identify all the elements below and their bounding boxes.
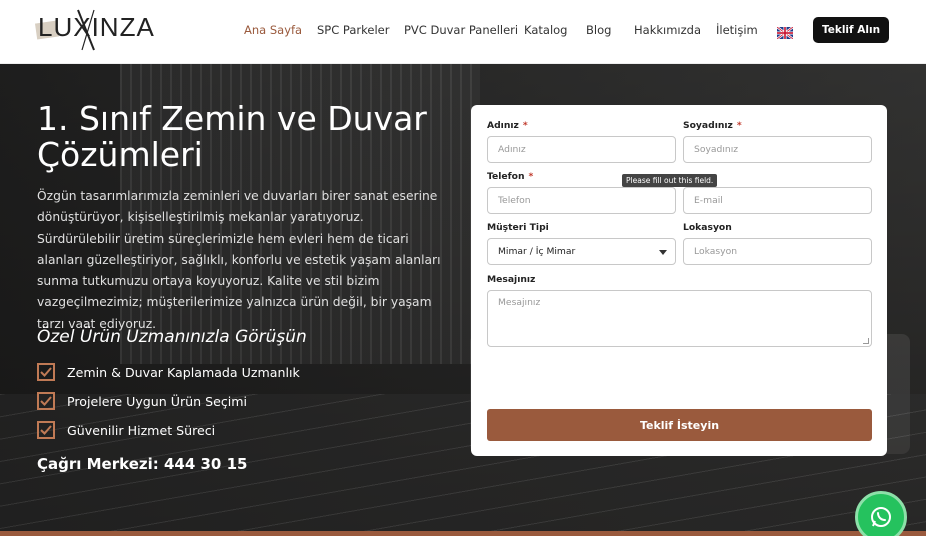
- location-input[interactable]: Lokasyon: [683, 238, 872, 265]
- first-name-input[interactable]: Adınız: [487, 136, 676, 163]
- phone-input[interactable]: Telefon: [487, 187, 676, 214]
- required-marker: *: [528, 171, 534, 182]
- email-input[interactable]: E-mail: [683, 187, 872, 214]
- message-placeholder: Mesajınız: [498, 297, 541, 308]
- message-textarea[interactable]: Mesajınız: [487, 290, 872, 347]
- first-name-label: Adınız *: [487, 120, 528, 131]
- nav-item-about[interactable]: Hakkımızda: [634, 23, 701, 37]
- message-label: Mesajınız: [487, 274, 536, 285]
- feature-label: Projelere Uygun Ürün Seçimi: [67, 393, 248, 409]
- hero-description: Özgün tasarımlarımızla zeminleri ve duva…: [37, 189, 441, 331]
- chevron-down-icon: [659, 250, 667, 255]
- brand-logo-text: LUXINZA: [38, 12, 155, 42]
- validation-tooltip: Please fill out this field.: [622, 174, 718, 187]
- phone-label-text: Telefon: [487, 171, 525, 182]
- checkbox-check-icon: [37, 421, 55, 439]
- site-header: LUXINZA Ana Sayfa SPC Parkeler PVC Duvar…: [0, 0, 926, 64]
- whatsapp-icon[interactable]: [855, 491, 907, 536]
- customer-type-label: Müşteri Tipi: [487, 222, 549, 233]
- first-name-label-text: Adınız: [487, 120, 519, 131]
- hero-title: 1. Sınıf Zemin ve Duvar Çözümleri: [37, 99, 427, 174]
- nav-item-catalog[interactable]: Katalog: [524, 23, 567, 37]
- bottom-accent-strip: [0, 531, 926, 536]
- required-marker: *: [736, 120, 742, 131]
- feature-item: Zemin & Duvar Kaplamada Uzmanlık: [37, 363, 300, 381]
- feature-item: Projelere Uygun Ürün Seçimi: [37, 392, 247, 410]
- call-center-number[interactable]: Çağrı Merkezi: 444 30 15: [37, 455, 247, 473]
- nav-item-contact[interactable]: İletişim: [716, 23, 758, 37]
- checkbox-check-icon: [37, 363, 55, 381]
- customer-type-value: Mimar / İç Mimar: [498, 246, 576, 257]
- customer-type-select[interactable]: Mimar / İç Mimar: [487, 238, 676, 265]
- location-label: Lokasyon: [683, 222, 732, 233]
- nav-item-pvc[interactable]: PVC Duvar Panelleri: [404, 23, 518, 37]
- nav-item-home[interactable]: Ana Sayfa: [244, 23, 302, 37]
- uk-flag-icon[interactable]: [776, 24, 794, 40]
- last-name-label: Soyadınız *: [683, 120, 742, 131]
- phone-label: Telefon *: [487, 171, 533, 182]
- required-marker: *: [522, 120, 528, 131]
- feature-label: Zemin & Duvar Kaplamada Uzmanlık: [67, 364, 300, 380]
- checkbox-check-icon: [37, 392, 55, 410]
- feature-item: Güvenilir Hizmet Süreci: [37, 421, 215, 439]
- last-name-label-text: Soyadınız: [683, 120, 733, 131]
- hero-subtitle: Özel Ürün Uzmanınızla Görüşün: [37, 327, 307, 347]
- nav-item-spc[interactable]: SPC Parkeler: [317, 23, 389, 37]
- request-quote-button[interactable]: Teklif Alın: [813, 17, 889, 43]
- resize-handle-icon[interactable]: [863, 338, 869, 344]
- submit-quote-button[interactable]: Teklif İsteyin: [487, 409, 872, 441]
- last-name-input[interactable]: Soyadınız: [683, 136, 872, 163]
- feature-label: Güvenilir Hizmet Süreci: [67, 422, 216, 438]
- nav-item-blog[interactable]: Blog: [586, 23, 611, 37]
